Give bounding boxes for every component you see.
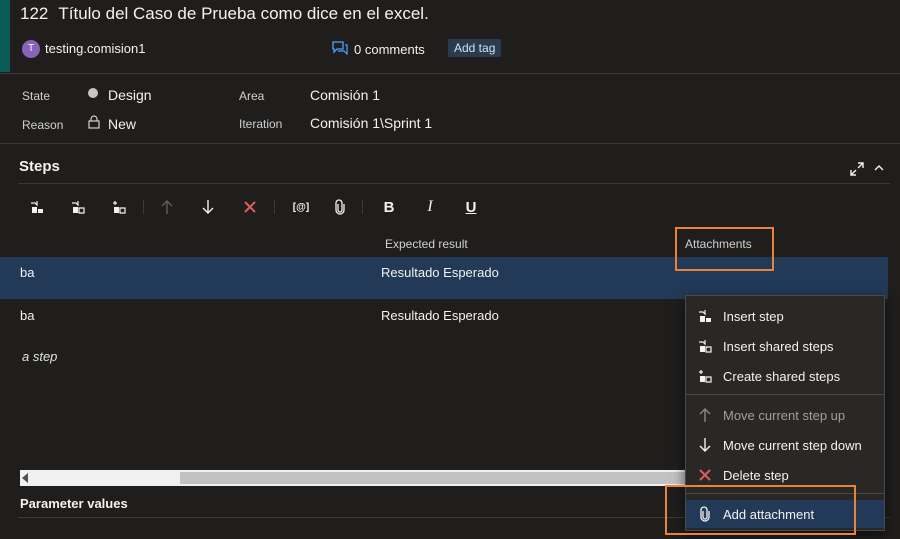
attachments-highlight-box (675, 227, 774, 271)
step-action-cell[interactable]: ba (20, 308, 34, 323)
work-item-title[interactable]: Título del Caso de Prueba como dice en e… (58, 4, 428, 24)
menu-item-move-step-down[interactable]: Move current step down (686, 431, 884, 459)
menu-separator (686, 394, 884, 395)
divider (0, 73, 900, 74)
create-shared-steps-icon[interactable] (110, 198, 128, 216)
comments-link[interactable]: 0 comments (332, 41, 425, 58)
avatar: T (22, 40, 40, 58)
insert-shared-steps-icon[interactable] (69, 198, 87, 216)
menu-item-label: Delete step (723, 468, 789, 483)
chevron-up-icon[interactable] (874, 162, 884, 177)
expand-icon[interactable] (850, 162, 864, 179)
arrow-up-icon (697, 407, 713, 423)
menu-item-label: Move current step down (723, 438, 862, 453)
toolbar-separator (274, 200, 275, 214)
reason-value[interactable]: New (108, 116, 136, 132)
state-dot-icon (88, 88, 98, 98)
insert-shared-steps-icon (697, 338, 713, 354)
menu-item-label: Insert step (723, 309, 784, 324)
italic-button[interactable]: I (421, 198, 439, 216)
delete-step-icon[interactable] (241, 198, 259, 216)
iteration-value[interactable]: Comisión 1\Sprint 1 (310, 115, 432, 131)
menu-item-label: Move current step up (723, 408, 846, 423)
iteration-label: Iteration (239, 117, 283, 131)
scroll-left-arrow-icon[interactable] (22, 473, 28, 483)
work-item-accent-bar (0, 0, 10, 72)
menu-item-insert-shared-steps[interactable]: Insert shared steps (686, 332, 884, 360)
menu-item-insert-step[interactable]: Insert step (686, 302, 884, 330)
create-shared-steps-icon (697, 368, 713, 384)
lock-icon (88, 115, 100, 132)
divider (18, 183, 890, 184)
move-down-icon[interactable] (199, 198, 217, 216)
step-expected-cell[interactable]: Resultado Esperado (381, 265, 499, 280)
paperclip-icon[interactable] (331, 198, 349, 216)
step-action-cell[interactable]: ba (20, 265, 34, 280)
underline-button[interactable]: U (462, 198, 480, 216)
column-header-expected-result: Expected result (385, 237, 468, 251)
steps-section-title: Steps (19, 158, 60, 175)
divider (0, 143, 900, 144)
comments-count: 0 comments (354, 42, 425, 57)
scrollbar-thumb[interactable] (180, 472, 690, 484)
area-value[interactable]: Comisión 1 (310, 87, 380, 103)
toolbar-separator (143, 200, 144, 214)
menu-item-label: Create shared steps (723, 369, 841, 384)
menu-item-label: Insert shared steps (723, 339, 834, 354)
state-label: State (22, 89, 51, 103)
step-expected-cell[interactable]: Resultado Esperado (381, 308, 499, 323)
insert-step-icon (697, 308, 713, 324)
work-item-meta: T testing.comision1 0 comments Add tag (22, 39, 900, 60)
bold-button[interactable]: B (380, 198, 398, 216)
move-up-icon[interactable] (158, 198, 176, 216)
horizontal-scrollbar[interactable] (20, 470, 690, 486)
toolbar-separator (362, 200, 363, 214)
comment-icon (332, 41, 348, 58)
insert-parameter-icon[interactable]: [@] (290, 198, 312, 216)
menu-item-create-shared-steps[interactable]: Create shared steps (686, 362, 884, 390)
work-item-title-row: 122 Título del Caso de Prueba como dice … (20, 4, 429, 24)
reason-label: Reason (22, 118, 64, 132)
add-tag-button[interactable]: Add tag (448, 39, 502, 57)
arrow-down-icon (697, 437, 713, 453)
state-value[interactable]: Design (108, 87, 152, 103)
insert-step-icon[interactable] (28, 198, 46, 216)
add-step-link[interactable]: a step (22, 349, 57, 364)
work-item-id: 122 (20, 4, 49, 23)
parameter-values-title: Parameter values (20, 496, 128, 511)
area-label: Area (239, 89, 265, 103)
add-attachment-highlight-box (665, 485, 856, 535)
assigned-user[interactable]: testing.comision1 (45, 41, 145, 56)
menu-item-move-step-up[interactable]: Move current step up (686, 401, 884, 429)
delete-x-icon (697, 467, 713, 483)
